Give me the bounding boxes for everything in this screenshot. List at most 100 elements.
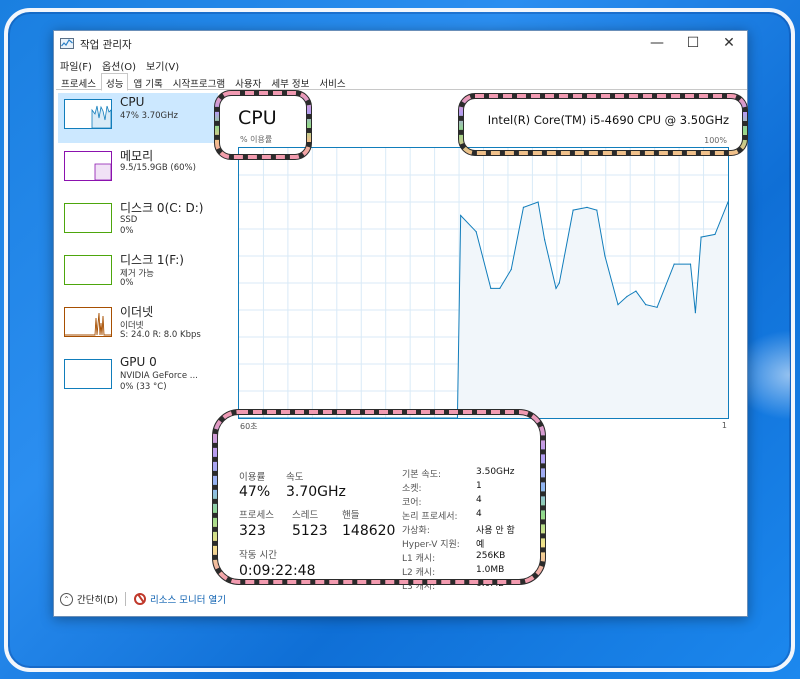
tab-bar: 프로세스 성능 앱 기록 시작프로그램 사용자 세부 정보 서비스 xyxy=(56,73,747,91)
sidebar-detail-memory: 9.5/15.9GB (60%) xyxy=(120,163,196,173)
sidebar-detail-disk-1-usage: 0% xyxy=(120,278,134,288)
sidebar-title-disk-1: 디스크 1(F:) xyxy=(120,253,184,267)
spec-l2-value: 1.0MB xyxy=(476,565,505,575)
tab-users[interactable]: 사용자 xyxy=(230,73,266,90)
resource-monitor-icon xyxy=(134,593,146,605)
tab-performance[interactable]: 성능 xyxy=(100,73,129,91)
sidebar-item-disk-0[interactable]: 디스크 0(C: D:) SSD 0% xyxy=(58,197,218,247)
cpu-usage-point xyxy=(558,282,560,284)
utilization-label: 이용률 xyxy=(239,472,266,483)
cpu-usage-point xyxy=(555,287,557,289)
cpu-usage-point xyxy=(635,290,637,292)
cpu-usage-point xyxy=(689,263,692,265)
disk1-thumbnail-graph xyxy=(64,255,112,285)
cpu-usage-point xyxy=(617,304,619,306)
cpu-thumbnail-graph xyxy=(64,99,112,129)
cpu-usage-point xyxy=(604,255,606,257)
sidebar-item-gpu[interactable]: GPU 0 NVIDIA GeForce ... 0% (33 °C) xyxy=(58,353,218,403)
ethernet-mini-graph xyxy=(65,312,111,336)
sidebar-title-disk-0: 디스크 0(C: D:) xyxy=(120,201,204,215)
cpu-usage-point xyxy=(490,287,492,289)
cpu-usage-point xyxy=(537,201,539,203)
sidebar-detail-disk-0-usage: 0% xyxy=(120,226,134,236)
sidebar-item-ethernet[interactable]: 이더넷 이더넷 S: 24.0 R: 8.0 Kbps xyxy=(58,301,218,351)
page-title: CPU xyxy=(238,107,277,129)
uptime-label: 작동 시간 xyxy=(239,550,277,561)
menu-options[interactable]: 옵션(O) xyxy=(102,58,136,73)
spec-hyperv-label: Hyper-V 지원: xyxy=(402,540,460,550)
sidebar-item-cpu[interactable]: CPU 47% 3.70GHz xyxy=(58,93,218,143)
cpu-usage-point xyxy=(714,233,716,235)
spec-logical-value: 4 xyxy=(476,509,482,519)
sidebar-detail-gpu-usage: 0% (33 °C) xyxy=(120,382,167,392)
memory-thumbnail-graph xyxy=(64,151,112,181)
spec-virtualization-label: 가상화: xyxy=(402,526,430,536)
sidebar-detail-disk-0-type: SSD xyxy=(120,215,138,225)
spec-hyperv-value: 예 xyxy=(476,540,485,550)
sidebar-title-ethernet: 이더넷 xyxy=(120,305,154,319)
chart-subtitle: % 이용률 xyxy=(240,135,273,144)
utilization-value: 47% xyxy=(239,484,271,500)
memory-mini-graph xyxy=(94,163,111,180)
resource-monitor-link[interactable]: 리소스 모니터 열기 xyxy=(134,592,226,606)
spec-logical-label: 논리 프로세서: xyxy=(402,512,458,522)
menu-file[interactable]: 파일(F) xyxy=(60,58,92,73)
handles-label: 핸들 xyxy=(342,510,360,521)
cpu-model-name: Intel(R) Core(TM) i5-4690 CPU @ 3.50GHz xyxy=(487,113,729,127)
cpu-usage-point xyxy=(475,231,477,233)
spec-sockets-value: 1 xyxy=(476,481,482,491)
cpu-usage-point xyxy=(544,239,546,241)
task-manager-window: 작업 관리자 — ☐ ✕ 파일(F) 옵션(O) 보기(V) 프로세스 성능 앱… xyxy=(53,30,748,617)
tab-services[interactable]: 서비스 xyxy=(314,73,350,90)
speed-label: 속도 xyxy=(286,472,304,483)
sidebar-title-gpu: GPU 0 xyxy=(120,355,157,369)
spec-l1-label: L1 캐시: xyxy=(402,554,436,564)
fewer-details-button[interactable]: ⌃ 간단히(D) xyxy=(60,592,118,606)
cpu-usage-point xyxy=(510,268,512,271)
cpu-mini-graph xyxy=(91,105,111,128)
window-title: 작업 관리자 xyxy=(80,39,132,51)
speed-value: 3.70GHz xyxy=(286,484,346,500)
task-manager-icon xyxy=(60,38,74,49)
cpu-usage-point xyxy=(626,295,628,298)
cpu-usage-point xyxy=(586,206,588,208)
ethernet-thumbnail-graph xyxy=(64,307,112,337)
fewer-details-label: 간단히(D) xyxy=(77,595,118,606)
gpu-thumbnail-graph xyxy=(64,359,112,389)
processes-value: 323 xyxy=(239,523,266,539)
cpu-usage-point xyxy=(238,417,240,419)
cpu-usage-graph xyxy=(238,147,729,419)
disk0-thumbnail-graph xyxy=(64,203,112,233)
maximize-button[interactable]: ☐ xyxy=(675,31,711,55)
sidebar-detail-ethernet-speed: S: 24.0 R: 8.0 Kbps xyxy=(120,330,201,340)
spec-base-speed-label: 기본 속도: xyxy=(402,470,442,480)
cpu-usage-chart xyxy=(238,148,729,419)
cpu-usage-point xyxy=(460,214,462,217)
sidebar-item-disk-1[interactable]: 디스크 1(F:) 제거 가능 0% xyxy=(58,249,218,299)
spec-l1-value: 256KB xyxy=(476,551,506,561)
cpu-usage-point xyxy=(656,306,658,308)
uptime-value: 0:09:22:48 xyxy=(239,563,316,579)
menu-bar: 파일(F) 옵션(O) 보기(V) xyxy=(54,58,179,73)
sidebar-title-memory: 메모리 xyxy=(120,149,154,163)
resource-monitor-label: 리소스 모니터 열기 xyxy=(150,595,226,606)
menu-view[interactable]: 보기(V) xyxy=(146,58,179,73)
minimize-button[interactable]: — xyxy=(639,31,675,55)
tab-details[interactable]: 세부 정보 xyxy=(266,73,314,90)
sidebar-item-memory[interactable]: 메모리 9.5/15.9GB (60%) xyxy=(58,145,218,195)
title-bar[interactable]: 작업 관리자 — ☐ ✕ xyxy=(54,31,747,57)
tab-app-history[interactable]: 앱 기록 xyxy=(128,73,167,90)
close-button[interactable]: ✕ xyxy=(711,31,747,55)
cpu-usage-point xyxy=(572,209,574,211)
spec-l2-label: L2 캐시: xyxy=(402,568,436,578)
sidebar-detail-gpu-model: NVIDIA GeForce ... xyxy=(120,371,198,381)
tab-startup[interactable]: 시작프로그램 xyxy=(168,73,230,90)
spec-cores-label: 코어: xyxy=(402,498,422,508)
cpu-usage-point xyxy=(499,287,501,289)
tab-processes[interactable]: 프로세스 xyxy=(56,73,101,90)
processes-label: 프로세스 xyxy=(239,510,274,521)
chart-min-label: 1 xyxy=(721,421,727,430)
resource-sidebar: CPU 47% 3.70GHz 메모리 9.5/15.9GB (60%) 디스크… xyxy=(54,91,218,581)
threads-value: 5123 xyxy=(292,523,328,539)
handles-value: 148620 xyxy=(342,523,396,539)
